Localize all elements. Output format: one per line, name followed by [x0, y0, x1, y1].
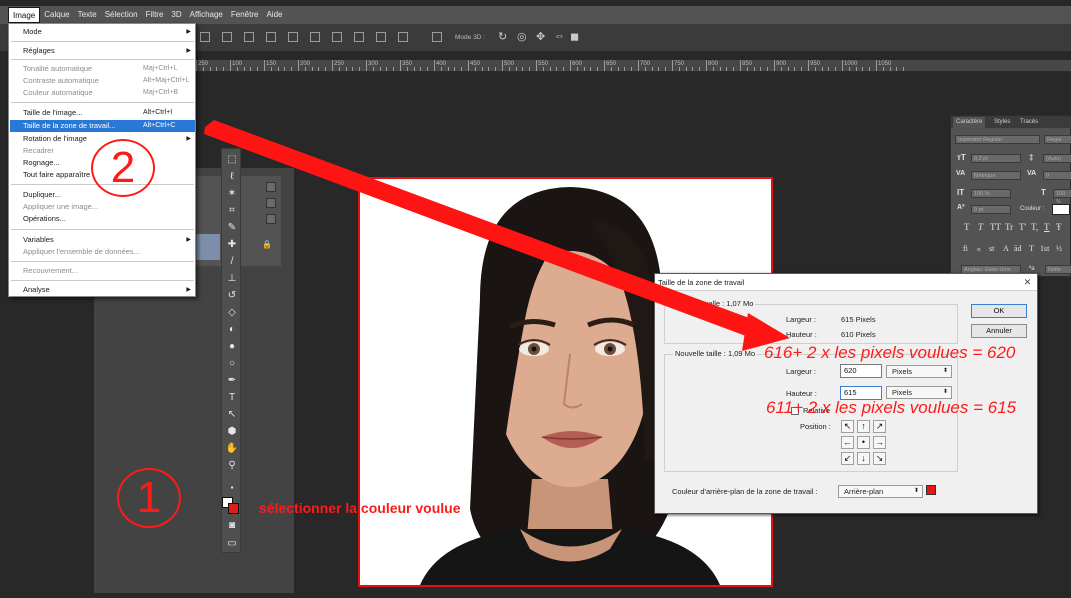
- step-1-circle: 1: [117, 468, 181, 528]
- width-formula-note: 616+ 2 x les pixels voulues = 620: [764, 343, 1016, 362]
- height-formula-note: 611+ 2 x les pixels voulues = 615: [766, 398, 1017, 417]
- step-2-circle: 2: [91, 139, 155, 197]
- select-color-note: sélectionner la couleur voulue: [259, 500, 461, 516]
